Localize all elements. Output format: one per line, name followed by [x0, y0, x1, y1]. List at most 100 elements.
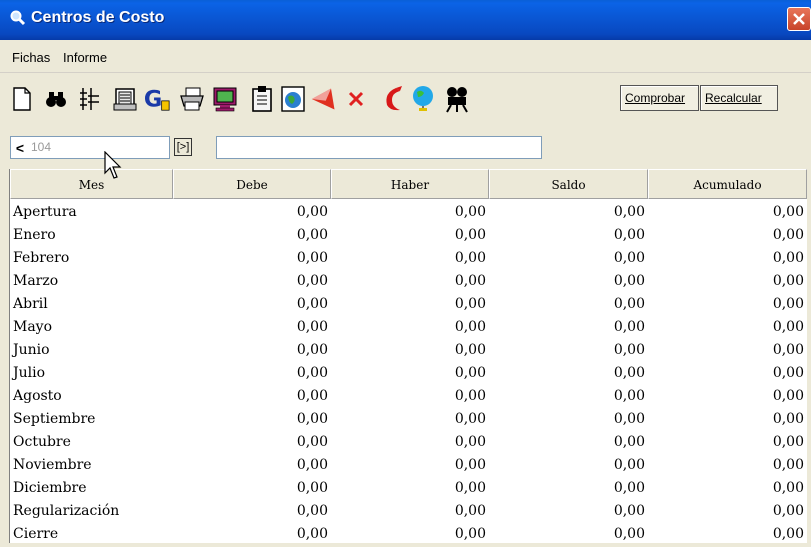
cell-debe: 0,00: [296, 204, 328, 220]
printer-preview-icon: [113, 88, 137, 111]
table-row[interactable]: Febrero 0,00 0,00 0,00 0,00: [10, 248, 807, 271]
cell-saldo: 0,00: [613, 319, 645, 335]
cell-haber: 0,00: [454, 434, 486, 450]
red-flag-icon: [311, 88, 335, 110]
cell-mes: Agosto: [13, 388, 62, 404]
cell-acumulado: 0,00: [772, 480, 804, 496]
cell-debe: 0,00: [296, 273, 328, 289]
recalcular-button[interactable]: Recalcular: [700, 85, 778, 111]
cell-debe: 0,00: [296, 296, 328, 312]
code-value: 104: [31, 140, 52, 154]
clipboard-button[interactable]: [248, 85, 276, 113]
table-row[interactable]: Cierre 0,00 0,00 0,00 0,00: [10, 524, 807, 547]
cell-haber: 0,00: [454, 526, 486, 542]
flag-button[interactable]: [310, 85, 338, 113]
table-row[interactable]: Apertura 0,00 0,00 0,00 0,00: [10, 202, 807, 225]
cell-haber: 0,00: [454, 250, 486, 266]
data-grid: Mes Debe Haber Saldo Acumulado Apertura 0…: [9, 169, 807, 543]
cell-mes: Abril: [13, 296, 48, 312]
monitor-button[interactable]: [211, 85, 239, 113]
cell-debe: 0,00: [296, 411, 328, 427]
cell-haber: 0,00: [454, 296, 486, 312]
monitor-icon: [213, 87, 237, 112]
table-row[interactable]: Abril 0,00 0,00 0,00 0,00: [10, 294, 807, 317]
cell-saldo: 0,00: [613, 365, 645, 381]
g-chart-icon: G: [144, 86, 170, 112]
undo-button[interactable]: [380, 85, 408, 113]
cell-acumulado: 0,00: [772, 457, 804, 473]
menu-fichas[interactable]: Fichas: [12, 50, 50, 65]
cell-saldo: 0,00: [613, 227, 645, 243]
cell-debe: 0,00: [296, 319, 328, 335]
cell-haber: 0,00: [454, 388, 486, 404]
table-row[interactable]: Diciembre 0,00 0,00 0,00 0,00: [10, 478, 807, 501]
cell-haber: 0,00: [454, 411, 486, 427]
cell-acumulado: 0,00: [772, 388, 804, 404]
binoculars-icon: [46, 92, 66, 107]
mouse-cursor-icon: [104, 151, 122, 179]
description-field[interactable]: [216, 136, 542, 159]
column-header-mes[interactable]: Mes: [10, 169, 173, 199]
print-button[interactable]: [178, 85, 206, 113]
comprobar-button[interactable]: Comprobar: [620, 85, 699, 111]
column-header-acumulado[interactable]: Acumulado: [648, 169, 807, 199]
cell-haber: 0,00: [454, 457, 486, 473]
cell-acumulado: 0,00: [772, 342, 804, 358]
clipboard-icon: [252, 86, 272, 112]
table-row[interactable]: Marzo 0,00 0,00 0,00 0,00: [10, 271, 807, 294]
cell-haber: 0,00: [454, 319, 486, 335]
cell-saldo: 0,00: [613, 457, 645, 473]
globe-button[interactable]: [409, 85, 437, 113]
table-row[interactable]: Enero 0,00 0,00 0,00 0,00: [10, 225, 807, 248]
delete-button[interactable]: [342, 85, 370, 113]
previous-button[interactable]: <: [11, 137, 29, 158]
column-header-saldo[interactable]: Saldo: [489, 169, 648, 199]
projector-button[interactable]: [443, 85, 471, 113]
cell-acumulado: 0,00: [772, 365, 804, 381]
cell-debe: 0,00: [296, 480, 328, 496]
table-row[interactable]: Mayo 0,00 0,00 0,00 0,00: [10, 317, 807, 340]
preview-button[interactable]: [112, 85, 140, 113]
cell-mes: Septiembre: [13, 411, 96, 427]
cell-mes: Julio: [13, 365, 46, 381]
cell-saldo: 0,00: [613, 250, 645, 266]
globe-stand-icon: [413, 86, 433, 111]
table-row[interactable]: Julio 0,00 0,00 0,00 0,00: [10, 363, 807, 386]
cell-mes: Cierre: [13, 526, 59, 542]
cell-haber: 0,00: [454, 342, 486, 358]
cell-acumulado: 0,00: [772, 526, 804, 542]
cell-acumulado: 0,00: [772, 227, 804, 243]
cell-debe: 0,00: [296, 365, 328, 381]
cell-saldo: 0,00: [613, 434, 645, 450]
columns-button[interactable]: [76, 85, 104, 113]
column-header-haber[interactable]: Haber: [331, 169, 489, 199]
close-button[interactable]: [787, 7, 811, 31]
new-button[interactable]: [8, 85, 36, 113]
cell-saldo: 0,00: [613, 204, 645, 220]
table-row[interactable]: Noviembre 0,00 0,00 0,00 0,00: [10, 455, 807, 478]
film-projector-icon: [446, 87, 468, 113]
table-row[interactable]: Junio 0,00 0,00 0,00 0,00: [10, 340, 807, 363]
red-crescent-icon: [386, 86, 402, 111]
toolbar: G Comprobar Recalcular: [0, 73, 811, 127]
code-field[interactable]: < 104: [10, 136, 170, 159]
cell-acumulado: 0,00: [772, 503, 804, 519]
next-button[interactable]: [>]: [174, 138, 192, 156]
cell-mes: Diciembre: [13, 480, 87, 496]
search-button[interactable]: [42, 85, 70, 113]
table-row[interactable]: Agosto 0,00 0,00 0,00 0,00: [10, 386, 807, 409]
cell-haber: 0,00: [454, 273, 486, 289]
chart-button[interactable]: G: [143, 85, 171, 113]
table-row[interactable]: Septiembre 0,00 0,00 0,00 0,00: [10, 409, 807, 432]
cell-mes: Octubre: [13, 434, 71, 450]
cell-debe: 0,00: [296, 526, 328, 542]
table-row[interactable]: Octubre 0,00 0,00 0,00 0,00: [10, 432, 807, 455]
cell-saldo: 0,00: [613, 411, 645, 427]
cell-mes: Noviembre: [13, 457, 92, 473]
table-row[interactable]: Regularización 0,00 0,00 0,00 0,00: [10, 501, 807, 524]
column-header-debe[interactable]: Debe: [173, 169, 331, 199]
web-doc-button[interactable]: [279, 85, 307, 113]
magnifier-icon: [10, 10, 26, 26]
menu-informe[interactable]: Informe: [63, 50, 107, 65]
printer-icon: [180, 87, 204, 111]
